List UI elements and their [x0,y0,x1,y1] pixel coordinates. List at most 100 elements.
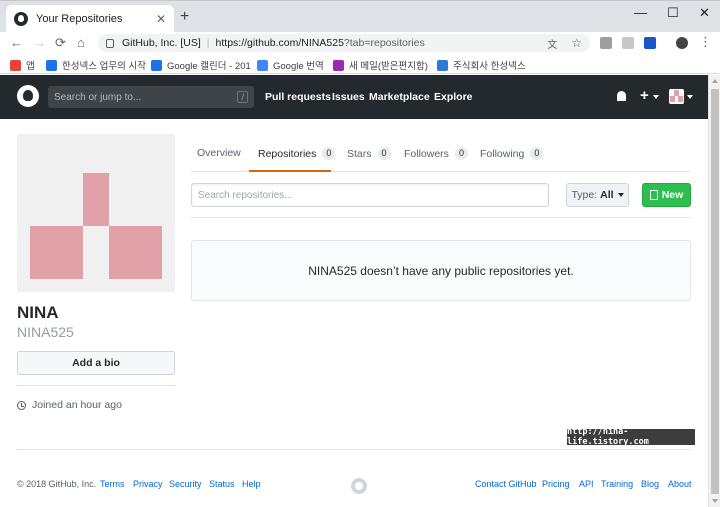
mail-icon [333,59,344,71]
footer-link-help[interactable]: Help [242,479,261,489]
scroll-down-icon[interactable] [712,499,718,503]
tab-count-badge: 0 [322,147,336,160]
bookmark-item[interactable]: 한성넥스 업무의 시작 [46,58,146,72]
repo-book-icon [649,190,658,200]
bell-icon[interactable] [617,91,626,101]
translate-icon [257,59,268,71]
type-filter-value: All [600,189,614,201]
github-logo-icon[interactable] [17,85,39,107]
active-tab-indicator [249,170,331,172]
profile-avatar[interactable] [17,134,175,292]
chevron-down-icon [617,193,624,197]
user-avatar-menu[interactable] [669,89,684,104]
profile-icon[interactable] [676,37,688,49]
chevron-down-icon [687,95,693,99]
github-header: Search or jump to... / Pull requests Iss… [0,75,708,119]
type-filter-button[interactable]: Type: All [566,183,629,207]
lock-icon [106,38,114,48]
nav-marketplace[interactable]: Marketplace [369,91,430,103]
tab-following[interactable]: Following 0 [480,147,544,160]
url-input[interactable]: GitHub, Inc. [US] | https://github.com/N… [98,34,590,52]
bookmark-apps[interactable]: 앱 [10,58,35,72]
tab-label: Followers [404,147,449,160]
profile-name: NINA [17,303,59,322]
scroll-up-icon[interactable] [712,79,718,83]
menu-icon[interactable]: ⋮ [699,34,712,50]
new-repo-button[interactable]: New [642,183,691,207]
footer-divider [17,449,691,450]
tab-overview[interactable]: Overview [197,147,241,159]
sidebar-divider [17,385,175,386]
maximize-button[interactable]: ☐ [667,5,679,21]
footer-link-pricing[interactable]: Pricing [542,479,570,489]
add-bio-button[interactable]: Add a bio [17,351,175,375]
profile-tabs: Overview Repositories 0 Stars 0 Follower… [191,134,691,172]
chevron-down-icon [653,95,659,99]
footer-link-security[interactable]: Security [169,479,202,489]
nav-issues[interactable]: Issues [332,91,365,103]
apps-grid-icon [10,59,21,71]
browser-tab[interactable]: Your Repositories ✕ [6,5,174,33]
footer-link-api[interactable]: API [579,479,594,489]
type-filter-label: Type: [571,189,598,201]
filter-divider [191,217,691,218]
bookmark-icon [46,59,57,71]
tab-count-badge: 0 [377,147,391,160]
footer-link-status[interactable]: Status [209,479,235,489]
footer-copyright: © 2018 GitHub, Inc. [17,479,97,489]
tab-count-badge: 0 [454,147,468,160]
url-org: GitHub, Inc. [US] [122,37,201,49]
tab-title: Your Repositories [36,13,123,25]
create-new-button[interactable]: + [640,87,649,104]
footer-link-terms[interactable]: Terms [100,479,125,489]
footer-link-training[interactable]: Training [601,479,633,489]
bookmark-icon [437,59,448,71]
reload-icon[interactable]: ⟳ [55,35,66,51]
bookmark-item[interactable]: 새 메일(받은편지함) [333,58,428,72]
github-footer-logo-icon[interactable] [351,478,367,494]
search-shortcut-hint: / [237,91,248,103]
tab-close-icon[interactable]: ✕ [156,12,166,26]
page-scrollbar[interactable] [708,75,720,507]
footer-link-blog[interactable]: Blog [641,479,659,489]
tab-count-badge: 0 [530,147,544,160]
bookmark-item[interactable]: 주식회사 한성넥스 [437,58,526,72]
nav-pull-requests[interactable]: Pull requests [265,91,331,103]
tab-repositories[interactable]: Repositories 0 [258,147,336,160]
tab-followers[interactable]: Followers 0 [404,147,468,160]
repo-search-placeholder: Search repositories... [198,189,293,201]
home-icon[interactable]: ⌂ [77,35,85,51]
repo-search-input[interactable]: Search repositories... [191,183,549,207]
github-favicon-icon [14,12,28,26]
back-icon[interactable]: ← [10,35,23,51]
bookmark-label: 주식회사 한성넥스 [453,61,526,72]
footer-link-contact[interactable]: Contact GitHub [475,479,537,489]
extension-icon[interactable] [600,37,612,49]
footer-link-about[interactable]: About [668,479,692,489]
new-tab-button[interactable]: + [180,9,189,25]
translate-icon[interactable]: 文 [547,36,557,51]
joined-text: Joined an hour ago [32,399,122,411]
url-separator: | [206,37,210,49]
close-window-button[interactable]: ✕ [699,5,710,21]
bookmark-item[interactable]: Google 캘린더 - 201 [151,58,251,72]
extension-icon[interactable] [644,37,656,49]
extension-icon[interactable] [622,37,634,49]
minimize-button[interactable]: — [634,5,647,20]
bookmark-star-icon[interactable]: ☆ [571,36,582,50]
address-bar-row: ← → ⟳ ⌂ GitHub, Inc. [US] | https://gith… [0,32,720,54]
github-search-input[interactable]: Search or jump to... / [48,86,254,108]
tab-stars[interactable]: Stars 0 [347,147,391,160]
footer-link-privacy[interactable]: Privacy [133,479,163,489]
new-button-label: New [661,189,684,201]
nav-explore[interactable]: Explore [434,91,473,103]
clock-icon [17,400,26,410]
bookmarks-bar: 앱 한성넥스 업무의 시작 Google 캘린더 - 201 Google 번역… [0,54,720,74]
bookmark-label: 앱 [26,61,35,72]
search-placeholder: Search or jump to... [54,91,142,103]
bookmark-item[interactable]: Google 번역 [257,58,324,72]
forward-icon[interactable]: → [33,35,46,51]
scrollbar-thumb[interactable] [711,89,719,494]
tab-label: Following [480,147,525,160]
bookmark-label: Google 번역 [273,61,324,72]
